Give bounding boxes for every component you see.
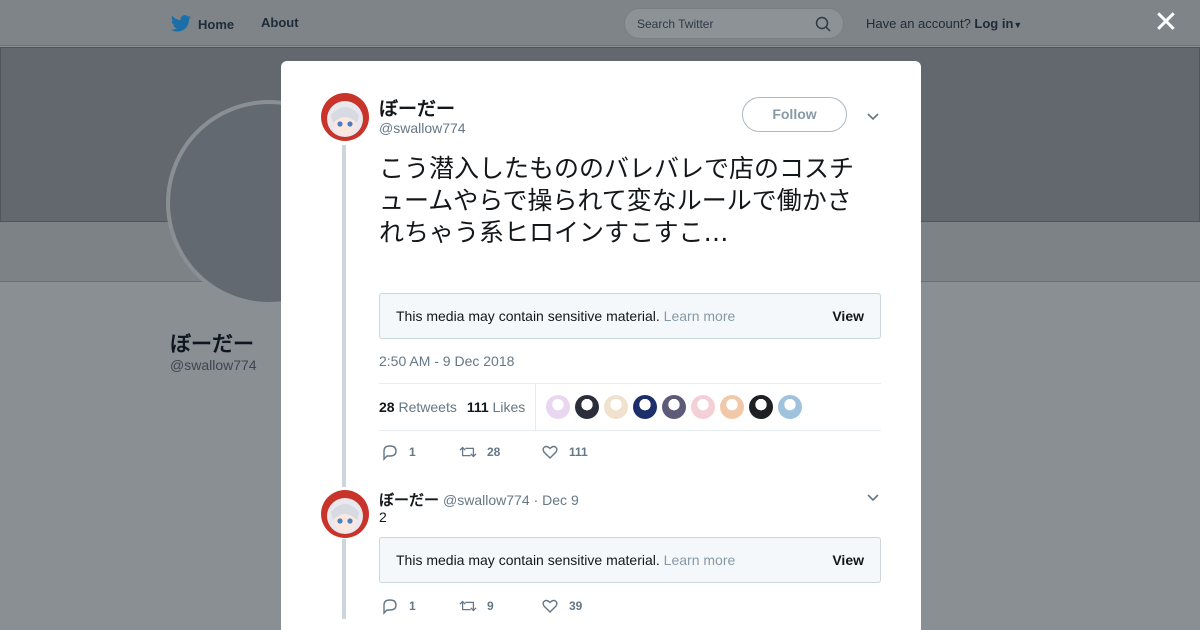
liker-avatar[interactable] [749,395,774,419]
learn-more-link[interactable]: Learn more [664,308,736,324]
retweets-label: Retweets [398,399,457,415]
likes-label: Likes [492,399,526,415]
sensitive-media-warning: This media may contain sensitive materia… [379,293,881,339]
tweet-modal: ぼーだー @swallow774 Follow こう潜入したもののバレバレで店の… [281,61,921,630]
nav-about[interactable]: About [261,15,299,30]
sensitive-media-warning: This media may contain sensitive materia… [379,537,881,583]
heart-icon [542,599,558,613]
likes-count: 111 [466,399,489,415]
reply-action[interactable]: 1 [381,597,459,615]
author-handle[interactable]: @swallow774 [379,120,466,136]
liker-avatar[interactable] [575,395,600,419]
reply-text: 2 [379,509,387,525]
reply-author-name[interactable]: ぼーだー [379,489,439,510]
retweet-icon [459,600,477,612]
account-prompt: Have an account? Log in▼ [866,16,1022,31]
tweet-text: こう潜入したもののバレバレで店のコスチュームやらで操られて変なルールで働かされち… [379,154,855,247]
reply-actions: 1 9 39 [381,597,582,615]
author-avatar[interactable] [321,93,369,141]
reply-icon [383,445,397,461]
anime-avatar-icon [321,490,369,538]
learn-more-link[interactable]: Learn more [664,552,736,568]
twitter-bird-icon [170,15,192,32]
liker-avatar[interactable] [662,395,687,419]
tweet-timestamp[interactable]: 2:50 AM - 9 Dec 2018 [379,353,514,369]
retweet-action[interactable]: 9 [459,597,541,615]
reply-author-handle[interactable]: @swallow774 [443,492,530,508]
sensitive-message: This media may contain sensitive materia… [396,308,660,324]
profile-handle: @swallow774 [170,357,257,373]
retweet-action[interactable]: 28 [459,443,541,461]
caret-down-icon[interactable]: ▼ [1013,20,1022,30]
nav-home[interactable]: Home [170,15,234,33]
liker-avatar[interactable] [691,395,716,419]
profile-name: ぼーだー [170,333,254,356]
reply-date[interactable]: · Dec 9 [534,492,579,508]
likers-avatars [546,395,803,419]
view-media-button[interactable]: View [832,308,864,324]
account-text: Have an account? [866,16,971,31]
follow-button[interactable]: Follow [742,97,847,132]
reply-header: ぼーだー @swallow774 · Dec 9 [379,489,579,510]
stats-divider [535,384,537,430]
liker-avatar[interactable] [633,395,658,419]
view-media-button[interactable]: View [832,552,864,568]
retweets-stat[interactable]: 28 Retweets [379,399,457,415]
liker-avatar[interactable] [778,395,803,419]
close-icon[interactable]: ✕ [1152,8,1180,38]
search-icon[interactable] [815,16,831,32]
chevron-down-icon[interactable] [866,491,880,505]
like-action[interactable]: 39 [541,597,582,615]
likes-stat[interactable]: 111 Likes [467,399,525,415]
sensitive-message: This media may contain sensitive materia… [396,552,660,568]
heart-icon [542,445,558,459]
nav-about-label: About [261,15,299,30]
liker-avatar[interactable] [720,395,745,419]
tweet-stats: 28 Retweets 111 Likes [379,383,881,431]
retweet-count: 9 [487,599,494,613]
thread-line [342,539,346,619]
like-count: 111 [569,445,588,459]
nav-home-label: Home [198,16,235,32]
reply-action[interactable]: 1 [381,443,459,461]
search-box[interactable] [624,8,844,39]
anime-avatar-icon [321,93,369,141]
login-link[interactable]: Log in [974,16,1013,31]
top-navigation-bar: Home About Have an account? Log in▼ [0,0,1200,46]
retweet-count: 28 [487,445,501,459]
tweet-actions: 1 28 111 [381,443,588,461]
thread-line [342,145,346,487]
reply-icon [383,599,397,615]
retweet-icon [459,446,477,458]
liker-avatar[interactable] [546,395,571,419]
like-count: 39 [569,599,583,613]
chevron-down-icon[interactable] [866,110,880,124]
reply-author-avatar[interactable] [321,490,369,538]
search-input[interactable] [637,16,807,31]
author-name[interactable]: ぼーだー [379,94,455,121]
reply-count: 1 [409,599,416,613]
liker-avatar[interactable] [604,395,629,419]
retweets-count: 28 [379,399,395,415]
reply-count: 1 [409,445,416,459]
like-action[interactable]: 111 [541,443,588,461]
